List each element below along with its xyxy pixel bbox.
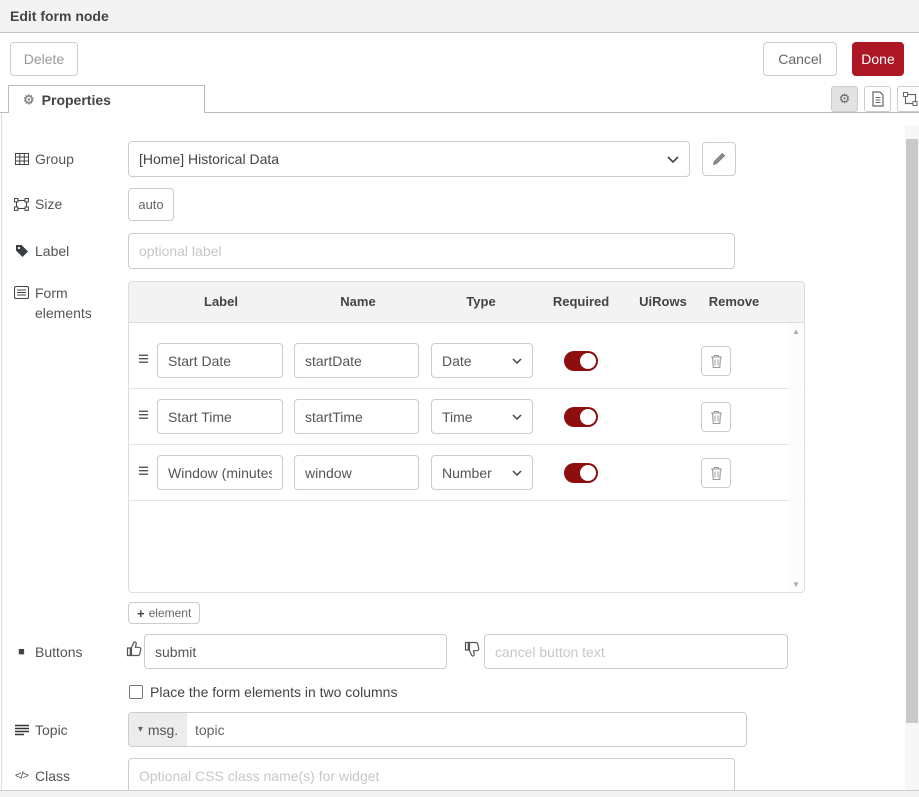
class-field-label: </> Class: [14, 758, 70, 793]
object-group-icon: [14, 198, 29, 211]
group-select[interactable]: [Home] Historical Data: [128, 141, 690, 177]
dialog-toolbar: Delete Cancel Done: [0, 33, 919, 85]
form-elements-table: Label Name Type Required UiRows Remove ≡…: [128, 281, 805, 593]
remove-element-button[interactable]: [701, 458, 731, 488]
element-type-select[interactable]: Date: [431, 343, 533, 378]
chevron-down-icon: [667, 156, 679, 163]
column-header-uirows: UiRows: [639, 294, 687, 309]
table-icon: [14, 153, 29, 165]
group-select-value: [Home] Historical Data: [139, 151, 279, 167]
gear-icon: ⚙: [839, 91, 851, 107]
trash-icon: [710, 466, 723, 481]
properties-panel: Group [Home] Historical Data Size auto L…: [0, 113, 905, 790]
tray-resize-handle[interactable]: [1, 113, 2, 790]
tab-bar: ⚙ Properties ⚙: [0, 85, 919, 113]
required-toggle[interactable]: [564, 407, 598, 427]
element-label-input[interactable]: [157, 399, 283, 434]
group-field-label: Group: [14, 141, 74, 177]
column-header-required: Required: [553, 294, 609, 309]
remove-element-button[interactable]: [701, 402, 731, 432]
element-name-input[interactable]: [294, 343, 419, 378]
column-header-type: Type: [466, 294, 495, 309]
topic-value-input[interactable]: topic: [187, 713, 746, 746]
drag-handle-icon[interactable]: ≡: [138, 405, 149, 427]
two-columns-checkbox[interactable]: [129, 685, 143, 699]
caret-down-icon: ▾: [138, 724, 143, 735]
size-field-label: Size: [14, 187, 62, 221]
done-button[interactable]: Done: [852, 42, 904, 76]
drag-handle-icon[interactable]: ≡: [138, 349, 149, 371]
form-elements-field-label: Formelements: [14, 283, 92, 323]
pencil-icon: [712, 152, 726, 166]
trash-icon: [710, 354, 723, 369]
thumbs-up-icon: [125, 640, 143, 658]
topic-type-select[interactable]: ▾ msg.: [129, 713, 187, 746]
cancel-button-text-input[interactable]: [484, 634, 788, 669]
label-field-label: Label: [14, 233, 69, 269]
tab-properties[interactable]: ⚙ Properties: [8, 85, 205, 113]
list-alt-icon: [14, 286, 29, 299]
scroll-down-icon[interactable]: ▼: [789, 580, 803, 589]
delete-button[interactable]: Delete: [10, 42, 78, 76]
plus-icon: +: [137, 606, 145, 621]
appearance-view-button[interactable]: [897, 86, 919, 112]
element-type-select[interactable]: Time: [431, 399, 533, 434]
element-type-select[interactable]: Number: [431, 455, 533, 490]
chevron-down-icon: [512, 358, 522, 364]
dialog-title: Edit form node: [0, 0, 919, 33]
gear-icon: ⚙: [23, 92, 35, 108]
scrollbar-thumb[interactable]: [906, 139, 918, 723]
two-columns-label: Place the form elements in two columns: [150, 684, 397, 700]
cancel-button[interactable]: Cancel: [763, 42, 837, 76]
required-toggle[interactable]: [564, 463, 598, 483]
document-icon: [871, 91, 885, 107]
chevron-down-icon: [512, 470, 522, 476]
scroll-up-icon[interactable]: ▲: [789, 327, 803, 336]
remove-element-button[interactable]: [701, 346, 731, 376]
label-input[interactable]: [128, 233, 735, 269]
table-scrollbar[interactable]: ▲ ▼: [789, 323, 803, 593]
tab-properties-label: Properties: [42, 92, 111, 108]
form-element-row: ≡ Number: [129, 445, 804, 501]
drag-handle-icon[interactable]: ≡: [138, 461, 149, 483]
add-element-button[interactable]: + element: [128, 602, 200, 624]
size-button[interactable]: auto: [128, 188, 174, 221]
vertical-scrollbar[interactable]: [905, 125, 919, 790]
description-view-button[interactable]: [864, 86, 891, 112]
required-toggle[interactable]: [564, 351, 598, 371]
two-columns-option: Place the form elements in two columns: [129, 683, 397, 701]
form-elements-header: Label Name Type Required UiRows Remove: [129, 282, 804, 323]
class-input[interactable]: [128, 758, 735, 794]
buttons-field-label: ■ Buttons: [14, 634, 82, 669]
topic-field-label: Topic: [14, 712, 68, 747]
tag-icon: [14, 244, 29, 258]
element-label-input[interactable]: [157, 455, 283, 490]
square-icon: ■: [14, 646, 29, 658]
column-header-label: Label: [204, 294, 238, 309]
topic-type-label: msg.: [148, 722, 178, 738]
column-header-remove: Remove: [709, 294, 760, 309]
trash-icon: [710, 410, 723, 425]
form-element-row: ≡ Time: [129, 389, 804, 445]
properties-view-button[interactable]: ⚙: [831, 86, 858, 112]
topic-typed-input: ▾ msg. topic: [128, 712, 747, 747]
element-label-input[interactable]: [157, 343, 283, 378]
column-header-name: Name: [340, 294, 375, 309]
element-name-input[interactable]: [294, 399, 419, 434]
object-group-icon: [903, 92, 918, 106]
form-elements-body: ≡ Date ≡ Time: [129, 323, 804, 593]
thumbs-down-icon: [463, 640, 481, 658]
form-element-row: ≡ Date: [129, 333, 804, 389]
chevron-down-icon: [512, 414, 522, 420]
edit-group-button[interactable]: [702, 142, 736, 176]
element-name-input[interactable]: [294, 455, 419, 490]
code-icon: </>: [14, 770, 29, 782]
footer-strip: [0, 790, 919, 797]
submit-button-text-input[interactable]: [144, 634, 447, 669]
list-icon: [14, 724, 29, 736]
